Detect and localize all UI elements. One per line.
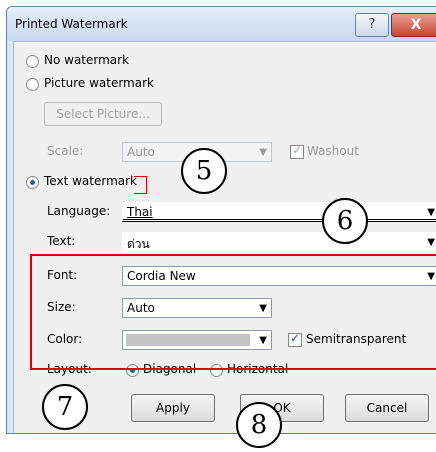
scale-value: Auto	[127, 145, 155, 159]
select-picture-button[interactable]: Select Picture...	[44, 102, 162, 126]
apply-button[interactable]: Apply	[131, 394, 215, 422]
close-button[interactable]: X	[391, 13, 436, 37]
picture-watermark-label: Picture watermark	[44, 76, 154, 90]
chevron-down-icon: ▼	[259, 147, 267, 158]
picture-watermark-radio[interactable]	[26, 78, 39, 91]
chevron-down-icon: ▼	[427, 207, 435, 218]
help-button[interactable]: ?	[355, 13, 389, 37]
callout-8: 8	[236, 402, 282, 448]
language-dropdown[interactable]: Thai ▼	[122, 202, 436, 222]
text-watermark-label: Text watermark	[44, 174, 137, 188]
text-watermark-highlight	[134, 176, 147, 194]
formatting-highlight	[30, 254, 436, 370]
no-watermark-label: No watermark	[44, 53, 130, 67]
cancel-button[interactable]: Cancel	[345, 394, 429, 422]
language-value: Thai	[127, 205, 153, 219]
no-watermark-radio[interactable]	[26, 55, 39, 68]
text-dropdown[interactable]: ด่วน ▼	[122, 232, 436, 252]
scale-label: Scale:	[47, 144, 84, 158]
dialog-title: Printed Watermark	[15, 17, 128, 31]
dialog-body: No watermark Picture watermark Select Pi…	[13, 41, 436, 433]
chevron-down-icon: ▼	[427, 237, 435, 248]
washout-label: Washout	[307, 144, 359, 158]
text-label: Text:	[47, 234, 76, 248]
text-value: ด่วน	[127, 237, 150, 251]
no-watermark-option[interactable]: No watermark	[26, 53, 226, 69]
picture-watermark-option[interactable]: Picture watermark	[26, 76, 226, 92]
washout-checkbox[interactable]	[290, 143, 304, 159]
callout-7: 7	[42, 384, 88, 430]
text-watermark-radio[interactable]	[26, 176, 39, 189]
language-label: Language:	[47, 204, 111, 218]
callout-6: 6	[322, 198, 368, 244]
title-bar: Printed Watermark ? X	[7, 7, 436, 41]
callout-5: 5	[181, 148, 227, 194]
